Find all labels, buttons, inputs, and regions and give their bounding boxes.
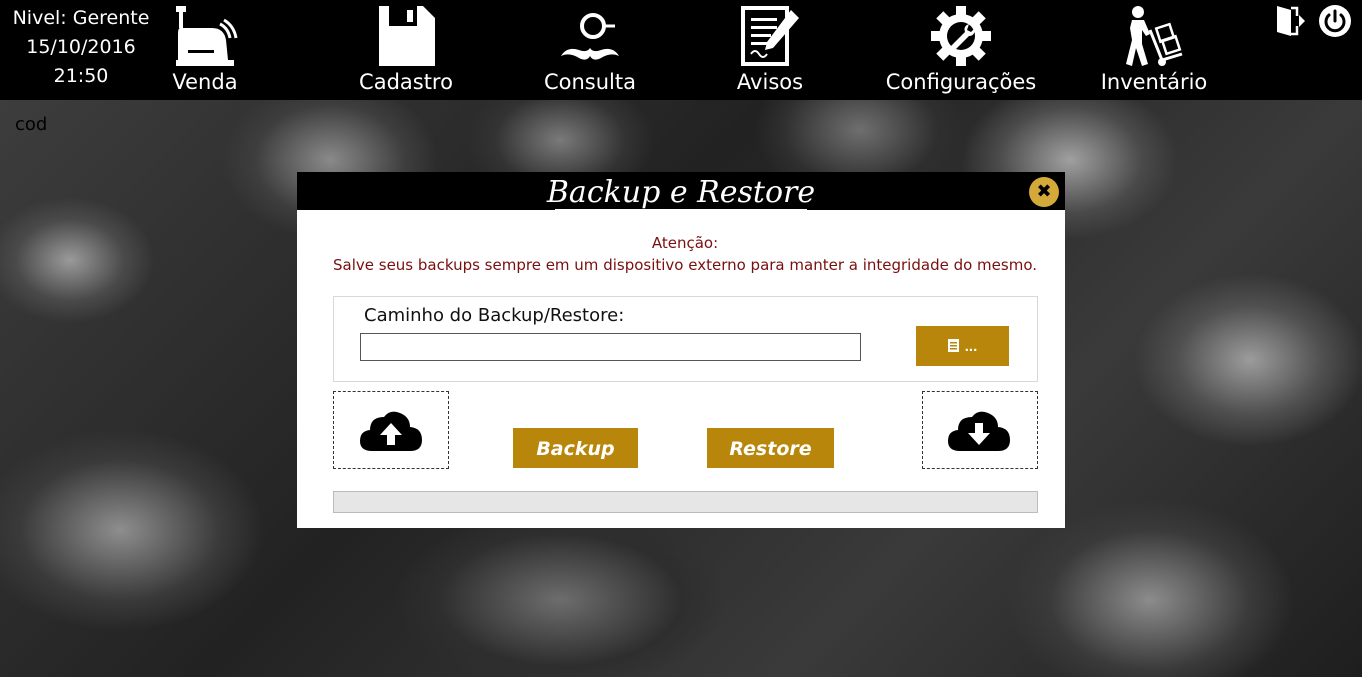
cloud-download-icon [948,411,1010,451]
logout-button[interactable] [1273,4,1307,42]
nav-label: Cadastro [359,70,453,94]
user-level: Nivel: Gerente [12,7,150,29]
notepad-icon [741,6,799,66]
hand-truck-icon [1126,6,1183,66]
nav-label: Venda [172,70,238,94]
backup-button[interactable]: Backup [513,428,638,468]
nav-configuracoes[interactable]: Configurações [884,4,1038,94]
cod-label: cod [15,114,48,135]
close-icon: ✖ [1036,181,1052,202]
browse-label: ... [964,338,978,355]
cash-register-icon [176,6,238,66]
cloud-upload-icon [360,411,422,451]
browse-button[interactable]: ... [916,326,1009,366]
nav-label: Configurações [885,70,1037,94]
backup-restore-dialog: Backup e Restore ✖ Atenção: Salve seus b… [297,172,1065,528]
dialog-title: Backup e Restore [546,175,816,210]
notice-text: Salve seus backups sempre em um disposit… [333,256,1037,274]
nav-cadastro[interactable]: Cadastro [356,4,456,94]
notice-title: Atenção: [651,234,719,252]
title-underline [555,209,807,211]
restore-cloud-box[interactable] [922,391,1038,469]
gear-wrench-icon [931,6,991,66]
nav-avisos[interactable]: Avisos [725,4,815,94]
nav-inventario[interactable]: Inventário [1100,4,1208,94]
power-button[interactable] [1318,4,1352,42]
progress-bar [333,491,1038,513]
dialog-header: Backup e Restore ✖ [297,172,1065,211]
user-info: Nivel: Gerente 15/10/2016 21:50 [0,4,162,91]
nav-label: Avisos [736,70,804,94]
logout-door-icon [1277,6,1305,36]
nav-label: Inventário [1100,70,1208,94]
close-button[interactable]: ✖ [1029,177,1059,207]
path-label: Caminho do Backup/Restore: [364,305,625,326]
nav-consulta[interactable]: Consulta [540,4,640,94]
current-date: 15/10/2016 [26,36,136,58]
top-navigation-bar: Nivel: Gerente 15/10/2016 21:50 Venda Ca… [0,0,1362,100]
document-icon [947,339,959,352]
power-icon [1319,5,1351,37]
current-time: 21:50 [53,65,109,87]
backup-cloud-box[interactable] [333,391,449,469]
nav-venda[interactable]: Venda [160,4,250,94]
notice: Atenção: Salve seus backups sempre em um… [297,232,1073,276]
detective-icon [561,13,619,60]
floppy-disk-icon [379,6,435,66]
path-panel: Caminho do Backup/Restore: ... [333,296,1038,382]
nav-label: Consulta [543,70,636,94]
path-input[interactable] [360,333,861,361]
restore-button[interactable]: Restore [707,428,834,468]
